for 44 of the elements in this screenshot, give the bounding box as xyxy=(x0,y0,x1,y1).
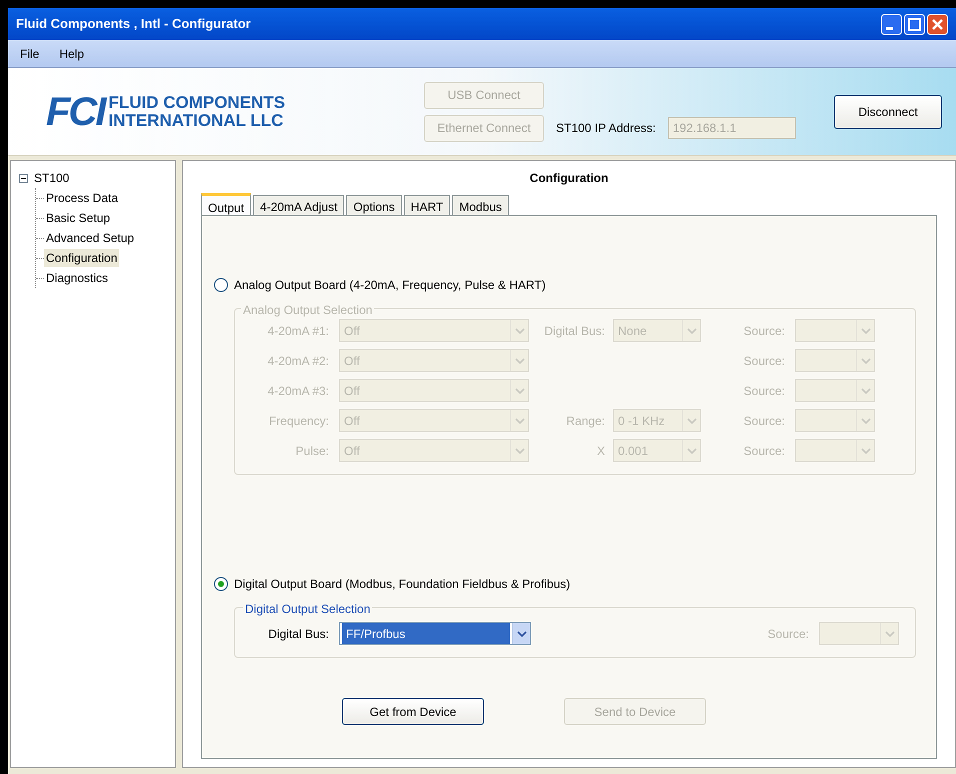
logo-mark: FCI xyxy=(46,92,104,132)
tree-item[interactable]: Advanced Setup xyxy=(44,229,136,247)
close-icon[interactable] xyxy=(927,14,948,34)
minimize-icon[interactable] xyxy=(881,14,902,34)
logo-text: FLUID COMPONENTS xyxy=(108,94,286,112)
field-label: 4-20mA #1: xyxy=(266,322,330,340)
radio-label: Analog Output Board (4-20mA, Frequency, Pulse & HART) xyxy=(234,277,546,294)
menu-item[interactable]: File xyxy=(20,44,40,62)
field-label: Digital Bus: xyxy=(267,626,330,642)
field-label: Frequency: xyxy=(268,412,330,430)
radio-button[interactable] xyxy=(214,577,228,591)
button[interactable]: Get from Device xyxy=(342,698,484,725)
tab[interactable]: Options xyxy=(346,195,402,215)
radio-label: Digital Output Board (Modbus, Foundation Fieldbus & Profibus) xyxy=(234,576,570,593)
field-label: Source: xyxy=(742,412,786,430)
field-label: 4-20mA #2: xyxy=(266,352,330,370)
field-label: Pulse: xyxy=(294,442,330,460)
tab[interactable]: Modbus xyxy=(452,195,509,215)
field-label: Source: xyxy=(742,382,786,400)
tree-item[interactable]: Diagnostics xyxy=(44,269,110,287)
field-label: Source: xyxy=(742,442,786,460)
field-label: 4-20mA #3: xyxy=(266,382,330,400)
tree-item[interactable]: Basic Setup xyxy=(44,209,112,227)
tab[interactable]: Output xyxy=(201,193,252,215)
field-label: X xyxy=(596,442,606,460)
tab[interactable]: 4-20mA Adjust xyxy=(253,195,344,215)
collapse-icon[interactable] xyxy=(19,174,28,182)
dropdown[interactable]: FF/Profbus xyxy=(339,622,531,645)
tab[interactable]: HART xyxy=(404,195,450,215)
logo-text: INTERNATIONAL LLC xyxy=(108,112,284,130)
field-label: Digital Bus: xyxy=(543,322,606,340)
button[interactable]: Disconnect xyxy=(834,94,942,128)
field-label: Source: xyxy=(742,322,786,340)
menu-item[interactable]: Help xyxy=(59,44,84,62)
field-label: Source: xyxy=(766,626,810,642)
ip-address-label: ST100 IP Address: xyxy=(556,120,656,137)
maximize-icon[interactable] xyxy=(904,14,925,34)
panel-heading: Configuration xyxy=(530,170,608,187)
window-title: Fluid Components , Intl - Configurator xyxy=(16,15,252,34)
tree-item[interactable]: Configuration xyxy=(44,249,120,267)
tree-item[interactable]: Process Data xyxy=(44,189,120,207)
field-label: Source: xyxy=(742,352,786,370)
field-label: Range: xyxy=(565,412,606,430)
tree-item[interactable]: ST100 xyxy=(34,169,70,187)
